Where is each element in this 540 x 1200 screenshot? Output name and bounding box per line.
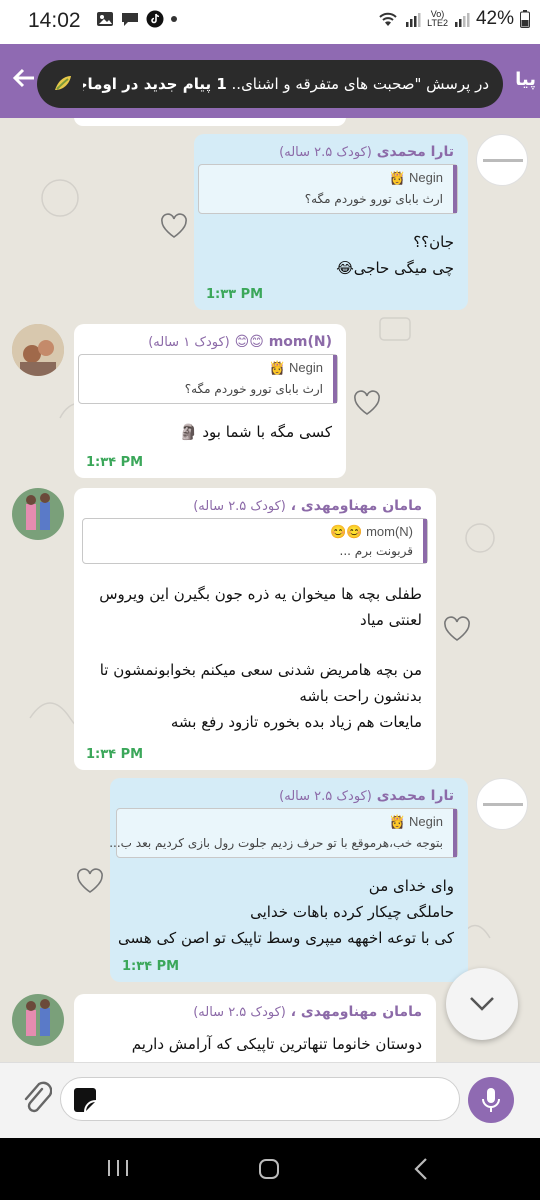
message-line: کی با توعه اخههه میپری وسط تاپیک تو اصن … — [117, 929, 454, 947]
avatar-photo — [12, 324, 64, 376]
chat-area[interactable]: تارا محمدی (کودک ۲.۵ ساله) Negin 👸 ارث ب… — [0, 118, 540, 1062]
sender-sub: (کودک ۲.۵ ساله) — [279, 145, 372, 160]
sender-name-text: تارا محمدی — [376, 144, 454, 160]
notification-icons — [96, 10, 178, 28]
status-time: 14:02 — [28, 9, 81, 32]
scroll-down-button[interactable] — [446, 968, 518, 1040]
message-composer — [0, 1062, 540, 1138]
heart-icon[interactable] — [160, 213, 188, 239]
quote-author: Negin 👸 — [389, 814, 443, 829]
gallery-icon — [97, 12, 113, 26]
quote-author: Negin 👸 — [389, 170, 443, 185]
back-icon[interactable] — [12, 67, 36, 89]
message-line: دوستان خانوما تنهاترین تاپیکی که آرامش د… — [131, 1035, 422, 1053]
avatar[interactable] — [476, 778, 528, 830]
quote-text: ارث بابای تورو خوردم مگه؟ — [304, 192, 443, 206]
sender-sub: (کودک ۲.۵ ساله) — [193, 499, 286, 514]
toast-text: در پرسش "صحبت های متفرقه و اشنای.. 1 پیا… — [83, 75, 489, 93]
paperclip-icon[interactable] — [22, 1081, 52, 1117]
toast-prefix: در پرسش "صحبت های متفرقه و اشنای.. — [231, 75, 489, 93]
avatar-photo — [12, 994, 64, 1046]
dot-icon — [171, 16, 177, 22]
reply-quote[interactable]: Negin 👸 ارث بابای تورو خوردم مگه؟ — [78, 354, 338, 404]
recent-apps-icon[interactable] — [106, 1158, 130, 1178]
message-time: 1:۳۳ PM — [206, 287, 264, 302]
sender-sub: (کودک ۲.۵ ساله) — [279, 789, 372, 804]
signal-icon — [406, 13, 421, 27]
message-line: مایعات هم زیاد بده بخوره تازود رفع بشه — [170, 713, 422, 731]
message-time: 1:۳۴ PM — [86, 747, 144, 762]
heart-icon[interactable] — [353, 390, 381, 416]
lte-label: LTE2 — [427, 18, 448, 28]
reply-quote[interactable]: Negin 👸 ارث بابای تورو خوردم مگه؟ — [198, 164, 458, 214]
sender-name: مامان مهناومهدی ، (کودک ۲.۵ ساله) — [193, 1004, 422, 1020]
battery-percent: 42% — [475, 8, 514, 29]
system-nav-bar — [0, 1138, 540, 1200]
message-time: 1:۳۴ PM — [86, 455, 144, 470]
microphone-icon — [482, 1088, 500, 1112]
sender-name-text: مامان مهناومهدی ، — [290, 1004, 422, 1020]
reply-quote[interactable]: mom(N) 😊😊 قربونت برم ... — [82, 518, 428, 564]
message-line: وای خدای من — [368, 877, 454, 895]
sender-name-text: تارا محمدی — [376, 788, 454, 804]
message-line: جان؟؟ — [413, 233, 454, 251]
message-bubble[interactable]: مامان مهناومهدی ، (کودک ۲.۵ ساله) mom(N)… — [74, 488, 436, 770]
sender-name: تارا محمدی (کودک ۲.۵ ساله) — [279, 144, 454, 160]
message-line: طفلی بچه ها میخوان یه ذره جون بگیرن این … — [99, 585, 422, 603]
home-icon[interactable] — [258, 1158, 280, 1180]
scroll-down-icon — [470, 997, 494, 1011]
tiktok-icon — [146, 10, 164, 28]
heart-icon[interactable] — [443, 616, 471, 642]
sender-name: mom(N) 😊😊 (کودک ۱ ساله) — [148, 334, 332, 350]
avatar-logo — [483, 159, 523, 162]
message-line: حاملگی چیکار کرده باهات خدایی — [250, 903, 454, 921]
system-icons: Vo) LTE2 42% — [377, 8, 530, 30]
sender-name: تارا محمدی (کودک ۲.۵ ساله) — [279, 788, 454, 804]
battery-icon — [520, 10, 530, 28]
message-line: لعنتی میاد — [360, 611, 422, 629]
message-line: کسی مگه با شما بود 🗿 — [178, 423, 332, 441]
voice-record-button[interactable] — [468, 1077, 514, 1123]
sender-name: مامان مهناومهدی ، (کودک ۲.۵ ساله) — [193, 498, 422, 514]
avatar[interactable] — [12, 994, 64, 1046]
message-time: 1:۳۴ PM — [122, 959, 180, 974]
quote-author: mom(N) 😊😊 — [330, 524, 413, 539]
avatar[interactable] — [12, 324, 64, 376]
app-logo-icon — [55, 76, 71, 90]
sender-name-text: مامان مهناومهدی ، — [290, 498, 422, 514]
avatar-photo — [12, 488, 64, 540]
avatar-logo — [483, 803, 523, 806]
heart-icon[interactable] — [76, 868, 104, 894]
message-bubble[interactable]: mom(N) 😊😊 (کودک ۱ ساله) Negin 👸 ارث بابا… — [74, 324, 346, 478]
reply-quote[interactable]: Negin 👸 بتوجه خب،هرموقع با تو حرف زدیم ج… — [109, 808, 458, 858]
sender-name-text: mom(N) 😊😊 — [234, 334, 332, 350]
sender-sub: (کودک ۱ ساله) — [148, 335, 230, 350]
lte-indicator: Vo) LTE2 — [427, 10, 448, 28]
sticker-icon[interactable] — [71, 1087, 99, 1113]
wifi-icon — [379, 12, 397, 26]
nav-back-icon[interactable] — [412, 1157, 430, 1181]
new-message-toast[interactable]: در پرسش "صحبت های متفرقه و اشنای.. 1 پیا… — [37, 60, 503, 108]
signal-icon-2 — [454, 13, 470, 27]
previous-message-bubble — [74, 118, 346, 126]
message-bubble[interactable]: تارا محمدی (کودک ۲.۵ ساله) Negin 👸 بتوجه… — [109, 778, 468, 982]
message-line: بدنشون راحت باشه — [299, 687, 422, 705]
message-bubble[interactable]: مامان مهناومهدی ، (کودک ۲.۵ ساله) دوستان… — [74, 994, 436, 1062]
quote-text: قربونت برم ... — [339, 544, 413, 558]
quote-text: ارث بابای تورو خوردم مگه؟ — [184, 382, 323, 396]
message-line: من بچه هامریض شدنی سعی میکنم بخوابونمشون… — [99, 661, 422, 679]
chat-icon — [122, 13, 138, 26]
avatar[interactable] — [12, 488, 64, 540]
header-title: پیا — [515, 69, 536, 90]
status-bar: 14:02 Vo) LTE2 42% — [0, 0, 540, 44]
message-bubble[interactable]: تارا محمدی (کودک ۲.۵ ساله) Negin 👸 ارث ب… — [194, 134, 468, 310]
message-input[interactable] — [60, 1077, 460, 1121]
toast-bold: 1 پیام جدید در اوماچت — [83, 75, 227, 93]
quote-text: بتوجه خب،هرموقع با تو حرف زدیم جلوت رول … — [109, 836, 443, 850]
sender-sub: (کودک ۲.۵ ساله) — [193, 1005, 286, 1020]
avatar[interactable] — [476, 134, 528, 186]
message-line: چی میگی حاجی😂 — [336, 259, 454, 277]
quote-author: Negin 👸 — [269, 360, 323, 375]
